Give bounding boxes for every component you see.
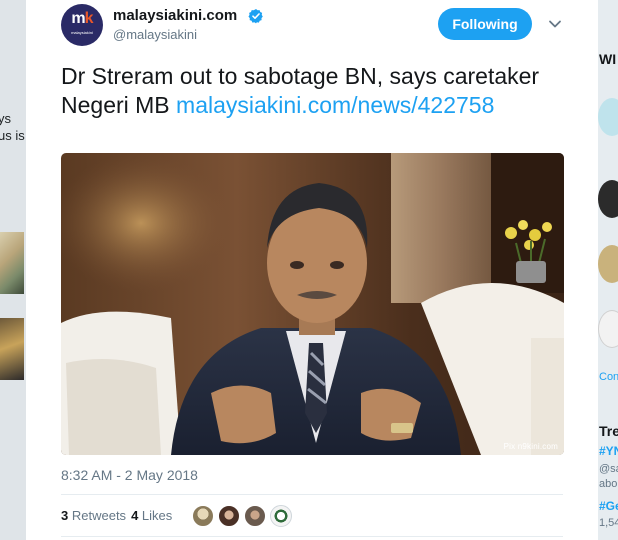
trend-item: abo xyxy=(599,478,618,490)
likes-count-link[interactable]: 4 Likes xyxy=(131,508,172,523)
liker-avatar[interactable] xyxy=(218,505,240,527)
divider xyxy=(61,494,563,495)
suggested-avatar xyxy=(598,98,618,136)
verified-icon xyxy=(248,9,263,24)
tweet-card: mk malaysiakini malaysiakini.com @malays… xyxy=(26,0,598,540)
background-right-sidebar: WI Con Tre #YN @sa abo #Ge 1,54 xyxy=(598,0,618,540)
retweets-count: 3 xyxy=(61,508,69,523)
likes-count: 4 xyxy=(131,508,139,523)
likes-label: Likes xyxy=(141,508,173,523)
retweets-label: Retweets xyxy=(71,508,127,523)
background-text-fragment: ys xyxy=(0,111,11,126)
trend-item[interactable]: #Ge xyxy=(599,499,618,513)
trend-item: 1,54 xyxy=(599,517,618,529)
liker-avatar[interactable] xyxy=(192,505,214,527)
author-avatar[interactable]: mk malaysiakini xyxy=(61,4,103,46)
author-handle[interactable]: @malaysiakini xyxy=(113,27,197,43)
trend-item[interactable]: #YN xyxy=(599,444,618,458)
background-thumbnail xyxy=(0,232,24,294)
avatar-logo-accent: k xyxy=(84,10,94,27)
trends-title-fragment: Tre xyxy=(599,423,618,439)
tweet-stats: 3 Retweets 4 Likes xyxy=(61,508,172,524)
background-text-fragment: us is xyxy=(0,128,25,143)
tweet-photo[interactable]: Pix n9kini.com xyxy=(61,153,564,455)
background-left-timeline: ys us is xyxy=(0,0,26,540)
sidebar-header-fragment: WI xyxy=(599,51,617,67)
following-button[interactable]: Following xyxy=(438,8,532,40)
suggested-avatar xyxy=(598,180,618,218)
sidebar-link-fragment[interactable]: Con xyxy=(599,370,618,384)
avatar-logo-main: m xyxy=(71,10,85,27)
suggested-avatar xyxy=(598,245,618,283)
trend-item: @sa xyxy=(599,463,618,475)
liker-avatar[interactable] xyxy=(270,505,292,527)
retweets-count-link[interactable]: 3 Retweets xyxy=(61,508,126,523)
tweet-photo-image xyxy=(61,153,564,455)
background-thumbnail xyxy=(0,318,24,380)
tweet-link[interactable]: malaysiakini.com/news/422758 xyxy=(176,92,494,118)
tweet-text: Dr Streram out to sabotage BN, says care… xyxy=(61,62,561,120)
photo-caption: Pix n9kini.com xyxy=(503,442,558,451)
suggested-avatar xyxy=(598,310,618,348)
divider xyxy=(61,536,563,537)
avatar-logo: mk xyxy=(61,10,103,28)
chevron-down-icon[interactable] xyxy=(548,17,562,31)
liker-avatar[interactable] xyxy=(244,505,266,527)
avatar-logo-subtext: malaysiakini xyxy=(71,30,93,35)
author-display-name[interactable]: malaysiakini.com xyxy=(113,7,237,25)
tweet-timestamp[interactable]: 8:32 AM - 2 May 2018 xyxy=(61,467,198,484)
